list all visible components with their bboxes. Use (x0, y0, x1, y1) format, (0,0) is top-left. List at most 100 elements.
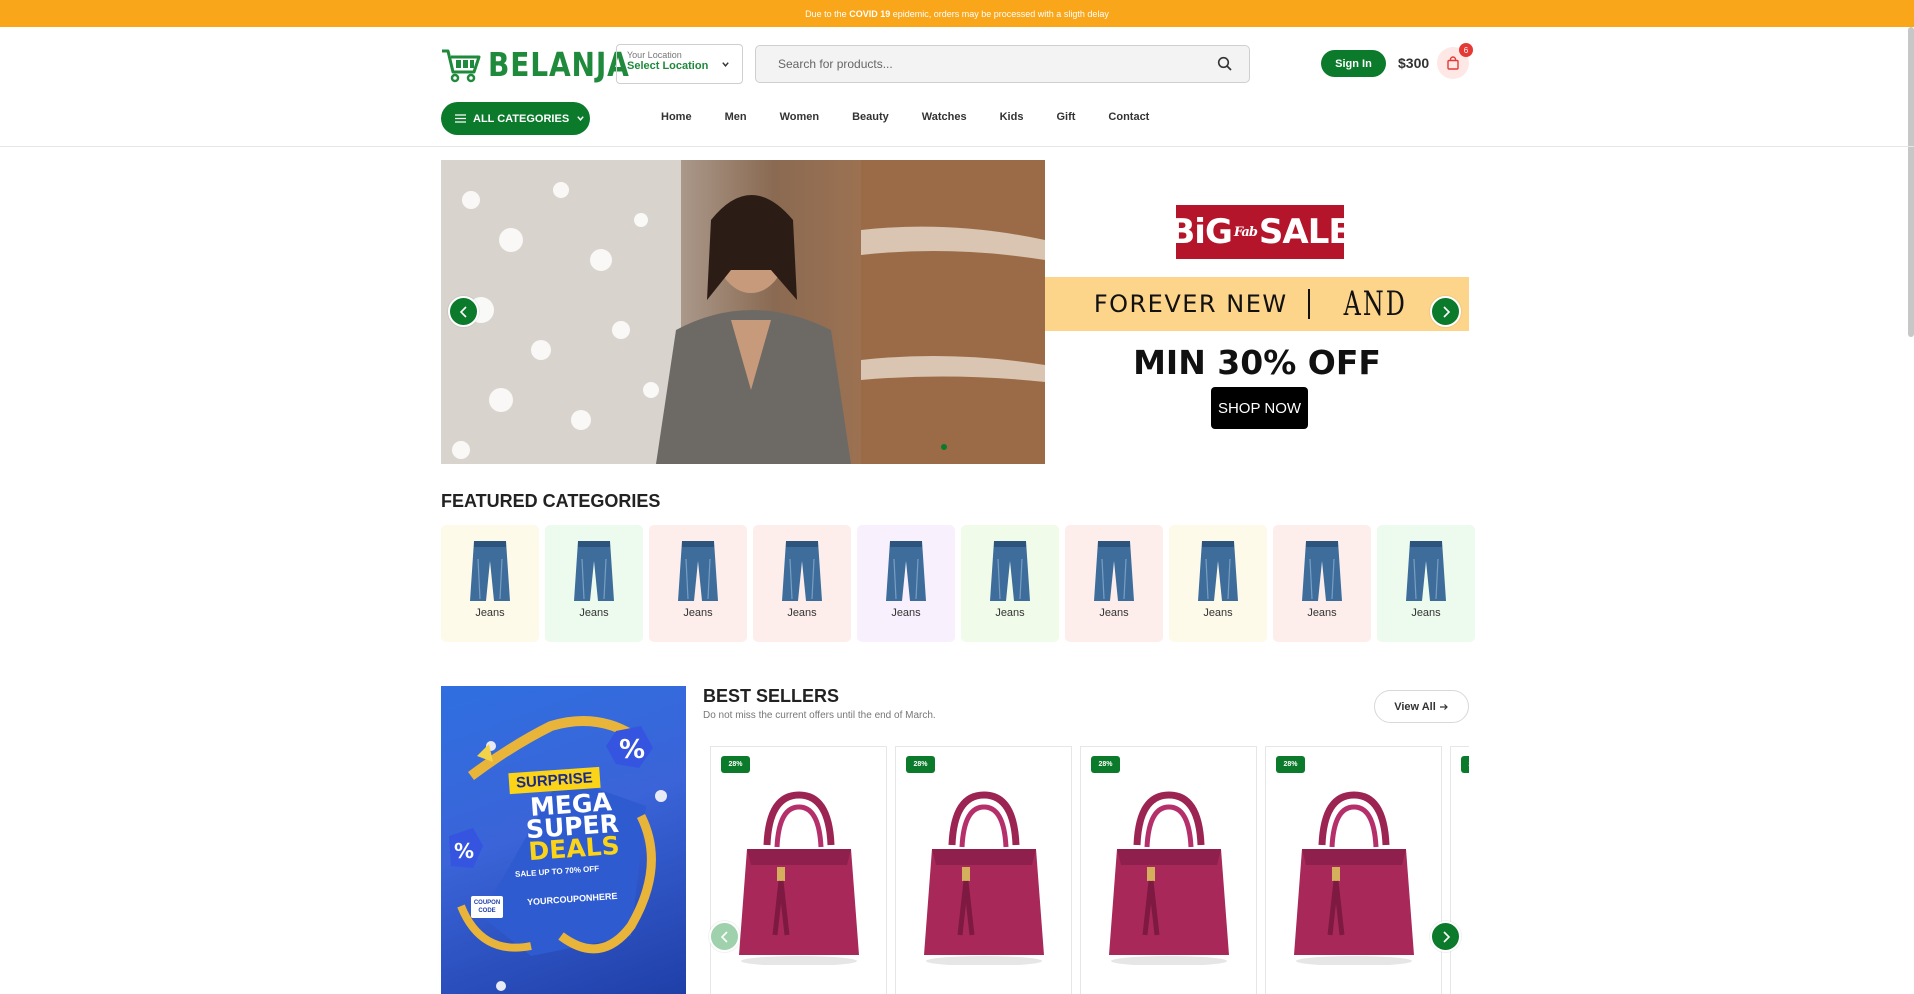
nav-women[interactable]: Women (780, 111, 820, 123)
all-categories-button[interactable]: ALL CATEGORIES (441, 102, 590, 135)
best-sellers-subtitle: Do not miss the current offers until the… (703, 710, 936, 721)
category-card[interactable]: Jeans (1065, 525, 1163, 642)
nav-beauty[interactable]: Beauty (852, 111, 889, 123)
announcement-suffix: epidemic, orders may be processed with a… (892, 8, 1109, 19)
category-card[interactable]: Jeans (1377, 525, 1475, 642)
slider-dot[interactable] (941, 444, 947, 450)
category-list: Jeans Jeans Jeans Jeans Jeans Jeans Jeans Jeans… (441, 525, 1475, 642)
fab-text: Fab (1233, 224, 1258, 240)
search-input[interactable] (756, 46, 1186, 82)
brand-forever-new: FOREVER NEW (1093, 290, 1288, 318)
promo-coupon-code-label: COUPON CODE (471, 896, 503, 918)
chevron-left-icon (720, 930, 728, 943)
handbag-image (924, 791, 1044, 966)
handbag-image (1294, 791, 1414, 966)
brand-divider (1307, 289, 1310, 319)
jeans-icon (678, 541, 718, 601)
jeans-icon (470, 541, 510, 601)
search-icon[interactable] (1217, 56, 1233, 72)
hero-next-button[interactable] (1430, 296, 1461, 327)
nav-watches[interactable]: Watches (922, 111, 967, 123)
category-card[interactable]: Jeans (857, 525, 955, 642)
discount-badge: 28% (1276, 756, 1305, 773)
category-label: Jeans (1307, 607, 1337, 619)
hero-ad[interactable]: BiG Fab SALE FOREVER NEW AND MIN 30% OFF S… (1045, 160, 1469, 464)
chevron-down-icon (722, 62, 729, 67)
product-card[interactable]: 28% (1450, 746, 1469, 994)
category-label: Jeans (683, 607, 713, 619)
nav-kids[interactable]: Kids (1000, 111, 1024, 123)
brand-and: AND (1343, 284, 1407, 324)
jeans-icon (1406, 541, 1446, 601)
category-card[interactable]: Jeans (1169, 525, 1267, 642)
big-fab-sale-logo: BiG Fab SALE (1169, 205, 1352, 259)
product-card[interactable]: 28% (1080, 746, 1257, 994)
best-sellers-title: BEST SELLERS (703, 686, 840, 706)
category-card[interactable]: Jeans (961, 525, 1059, 642)
jeans-icon (782, 541, 822, 601)
logo-text: BELANJA (488, 45, 630, 84)
jeans-icon (574, 541, 614, 601)
arrow-right-icon (1439, 703, 1448, 710)
discount-badge: 28% (1091, 756, 1120, 773)
category-label: Jeans (1411, 607, 1441, 619)
view-all-label: View All (1394, 700, 1436, 713)
discount-badge: 28% (906, 756, 935, 773)
category-label: Jeans (475, 607, 505, 619)
nav-contact[interactable]: Contact (1108, 111, 1149, 123)
discount-badge: 28% (721, 756, 750, 773)
svg-text:%: % (619, 735, 645, 765)
handbag-image (1109, 791, 1229, 966)
main-nav: Home Men Women Beauty Watches Kids Gift … (661, 111, 1149, 123)
category-card[interactable]: Jeans (441, 525, 539, 642)
jeans-icon (1302, 541, 1342, 601)
nav-home[interactable]: Home (661, 111, 692, 123)
discount-badge: 28% (1461, 756, 1469, 773)
announcement-prefix: Due to the (805, 8, 847, 19)
shop-now-button[interactable]: SHOP NOW (1211, 387, 1308, 429)
category-card[interactable]: Jeans (649, 525, 747, 642)
product-carousel: 28% 28% 28% 28% 28% (710, 746, 1469, 994)
chevron-right-icon (1442, 305, 1450, 318)
sign-in-button[interactable]: Sign In (1321, 50, 1386, 77)
all-categories-label: ALL CATEGORIES (473, 112, 570, 125)
brand-band: FOREVER NEW AND (1045, 277, 1469, 331)
cart-logo-icon (442, 49, 481, 82)
big-text: BiG (1169, 212, 1232, 252)
promo-banner[interactable]: % % SURPRISE MEGA SUPER DEALS SALE UP TO… (441, 686, 686, 994)
product-card[interactable]: 28% (1265, 746, 1442, 994)
announcement-bar: Due to the COVID 19 epidemic, orders may… (0, 0, 1914, 27)
category-card[interactable]: Jeans (753, 525, 851, 642)
category-label: Jeans (1099, 607, 1129, 619)
category-label: Jeans (995, 607, 1025, 619)
hero-slider: BiG Fab SALE FOREVER NEW AND MIN 30% OFF S… (441, 160, 1469, 464)
view-all-button[interactable]: View All (1374, 690, 1469, 723)
category-label: Jeans (787, 607, 817, 619)
announcement-highlight: COVID 19 (849, 8, 891, 19)
chevron-right-icon (1442, 930, 1450, 943)
search-bar (755, 45, 1250, 83)
category-label: Jeans (891, 607, 921, 619)
product-card[interactable]: 28% (895, 746, 1072, 994)
hero-model-image (441, 160, 1045, 464)
product-card[interactable]: 28% (710, 746, 887, 994)
products-next-button[interactable] (1430, 921, 1461, 952)
promo-headline: MEGA SUPER DEALS (503, 787, 642, 866)
jeans-icon (1094, 541, 1134, 601)
category-card[interactable]: Jeans (1273, 525, 1371, 642)
jeans-icon (886, 541, 926, 601)
nav-men[interactable]: Men (725, 111, 747, 123)
jeans-icon (990, 541, 1030, 601)
products-prev-button[interactable] (709, 921, 740, 952)
cart-button[interactable]: 6 (1437, 43, 1473, 79)
category-label: Jeans (1203, 607, 1233, 619)
hero-offer: MIN 30% OFF (1133, 343, 1381, 382)
handbag-image (739, 791, 859, 966)
nav-gift[interactable]: Gift (1056, 111, 1075, 123)
site-header: BELANJA Your Location Select Location Si… (0, 27, 1914, 147)
cart-count-badge: 6 (1459, 43, 1473, 57)
svg-text:%: % (454, 839, 474, 863)
location-selector[interactable]: Your Location Select Location (616, 44, 743, 84)
hero-prev-button[interactable] (448, 296, 479, 327)
category-card[interactable]: Jeans (545, 525, 643, 642)
